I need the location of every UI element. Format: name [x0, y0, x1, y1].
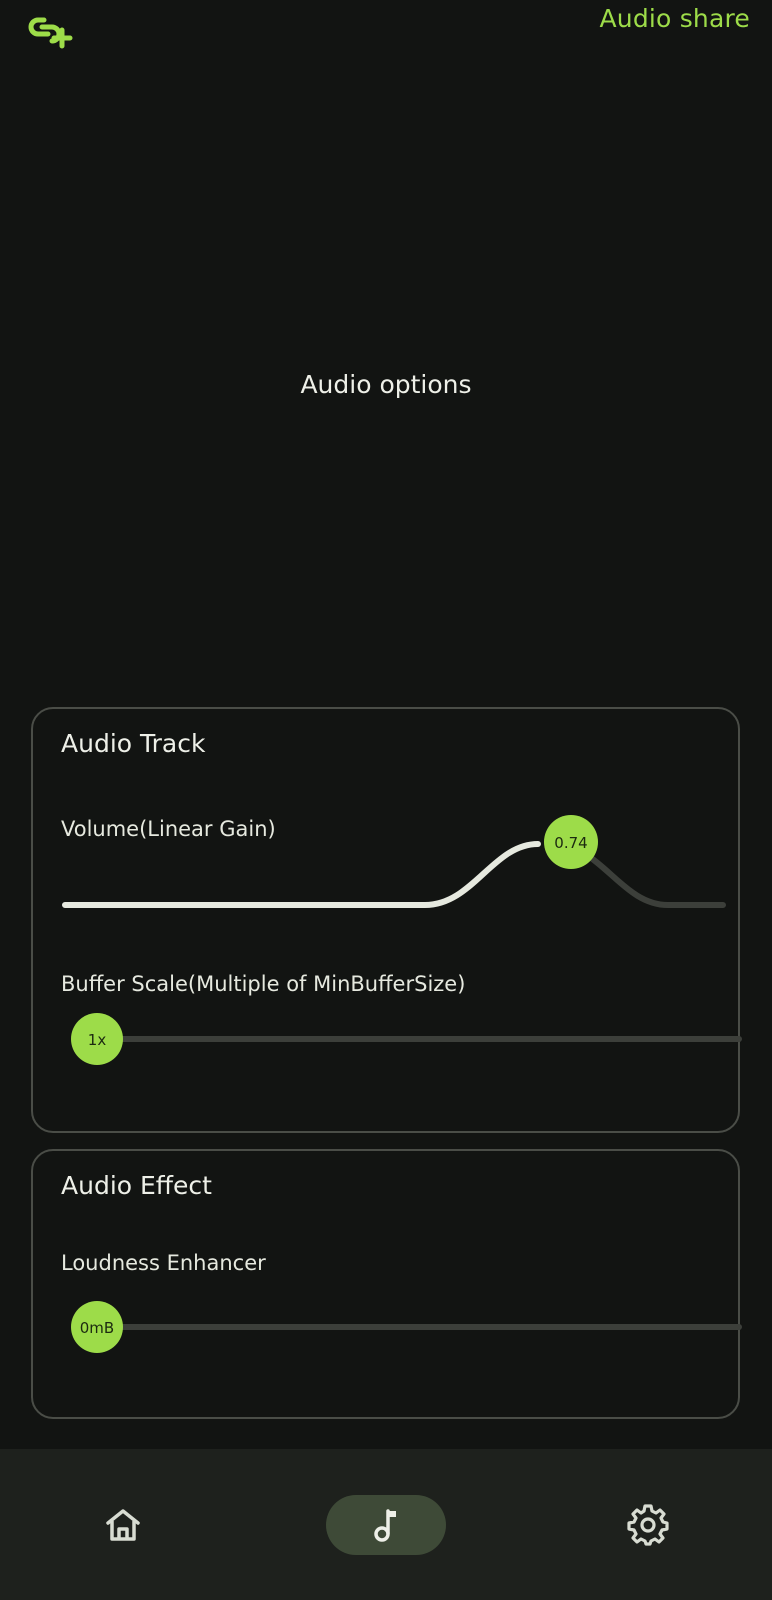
nav-audio-button[interactable]: [326, 1495, 446, 1555]
bottom-navigation: [0, 1449, 772, 1600]
volume-value: 0.74: [554, 834, 587, 852]
app-screen: Audio share Audio options Audio Track Vo…: [0, 0, 772, 1600]
link-add-icon[interactable]: [28, 14, 74, 50]
page-title: Audio options: [300, 370, 472, 399]
volume-track-active: [62, 841, 541, 908]
audio-effect-title: Audio Effect: [61, 1171, 212, 1200]
buffer-scale-label: Buffer Scale(Multiple of MinBufferSize): [61, 972, 466, 996]
music-note-icon: [374, 1509, 396, 1542]
audio-track-card: Audio Track Volume(Linear Gain) 0.74 Buf…: [31, 707, 742, 1133]
loudness-value: 0mB: [80, 1319, 114, 1337]
loudness-enhancer-label: Loudness Enhancer: [61, 1251, 266, 1275]
nav-settings-button[interactable]: [588, 1495, 708, 1555]
app-title: Audio share: [599, 4, 750, 33]
top-bar: Audio share: [0, 0, 772, 60]
buffer-scale-value: 1x: [88, 1031, 107, 1049]
buffer-scale-slider[interactable]: 1x: [63, 1009, 742, 1109]
loudness-enhancer-slider[interactable]: 0mB: [63, 1297, 742, 1397]
audio-effect-card: Audio Effect Loudness Enhancer 0mB: [31, 1149, 742, 1419]
audio-track-title: Audio Track: [61, 729, 206, 758]
volume-slider[interactable]: 0.74: [62, 799, 726, 908]
nav-home-button[interactable]: [63, 1495, 183, 1555]
gear-icon: [627, 1504, 669, 1546]
home-icon: [106, 1509, 140, 1541]
